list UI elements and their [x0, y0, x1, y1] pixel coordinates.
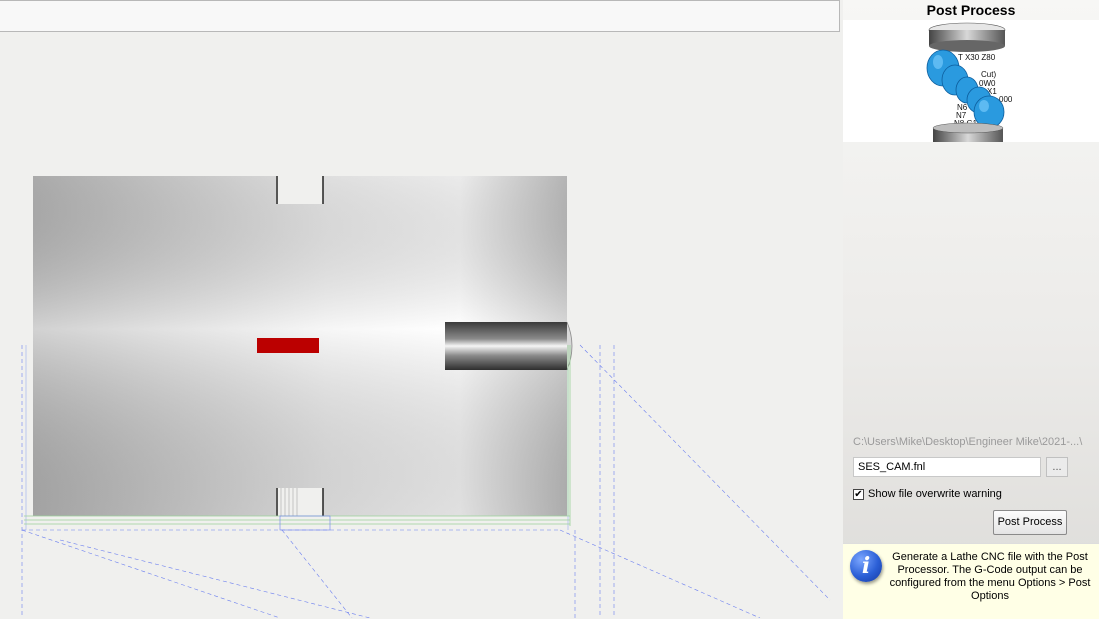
- gcode-line: T X30 Z80: [958, 53, 996, 62]
- output-file-path: C:\Users\Mike\Desktop\Engineer Mike\2021…: [853, 436, 1083, 448]
- scene-canvas: [21, 176, 831, 618]
- overwrite-warning-checkbox[interactable]: ✔ Show file overwrite warning: [853, 488, 1002, 500]
- tool-marker: [257, 338, 319, 353]
- post-process-illustration: T X30 Z80 Cut) 0W0 X1 000 N6 N7 N8 G1 X: [843, 20, 1099, 142]
- info-text: Generate a Lathe CNC file with the Post …: [889, 551, 1091, 602]
- info-icon: i: [850, 550, 882, 582]
- post-process-button[interactable]: Post Process: [993, 510, 1067, 535]
- gcode-line: Cut): [981, 70, 996, 79]
- checkbox-checked-icon[interactable]: ✔: [853, 488, 864, 500]
- overwrite-warning-label: Show file overwrite warning: [868, 488, 1002, 500]
- post-process-panel: Post Process T X30 Z80 Cut) 0W0 X1 000 N…: [843, 0, 1099, 619]
- output-filename-input[interactable]: [853, 457, 1041, 477]
- browse-button[interactable]: ...: [1046, 457, 1068, 477]
- 3d-viewport[interactable]: [0, 0, 843, 618]
- info-box: i Generate a Lathe CNC file with the Pos…: [843, 543, 1099, 619]
- panel-title: Post Process: [926, 2, 1016, 18]
